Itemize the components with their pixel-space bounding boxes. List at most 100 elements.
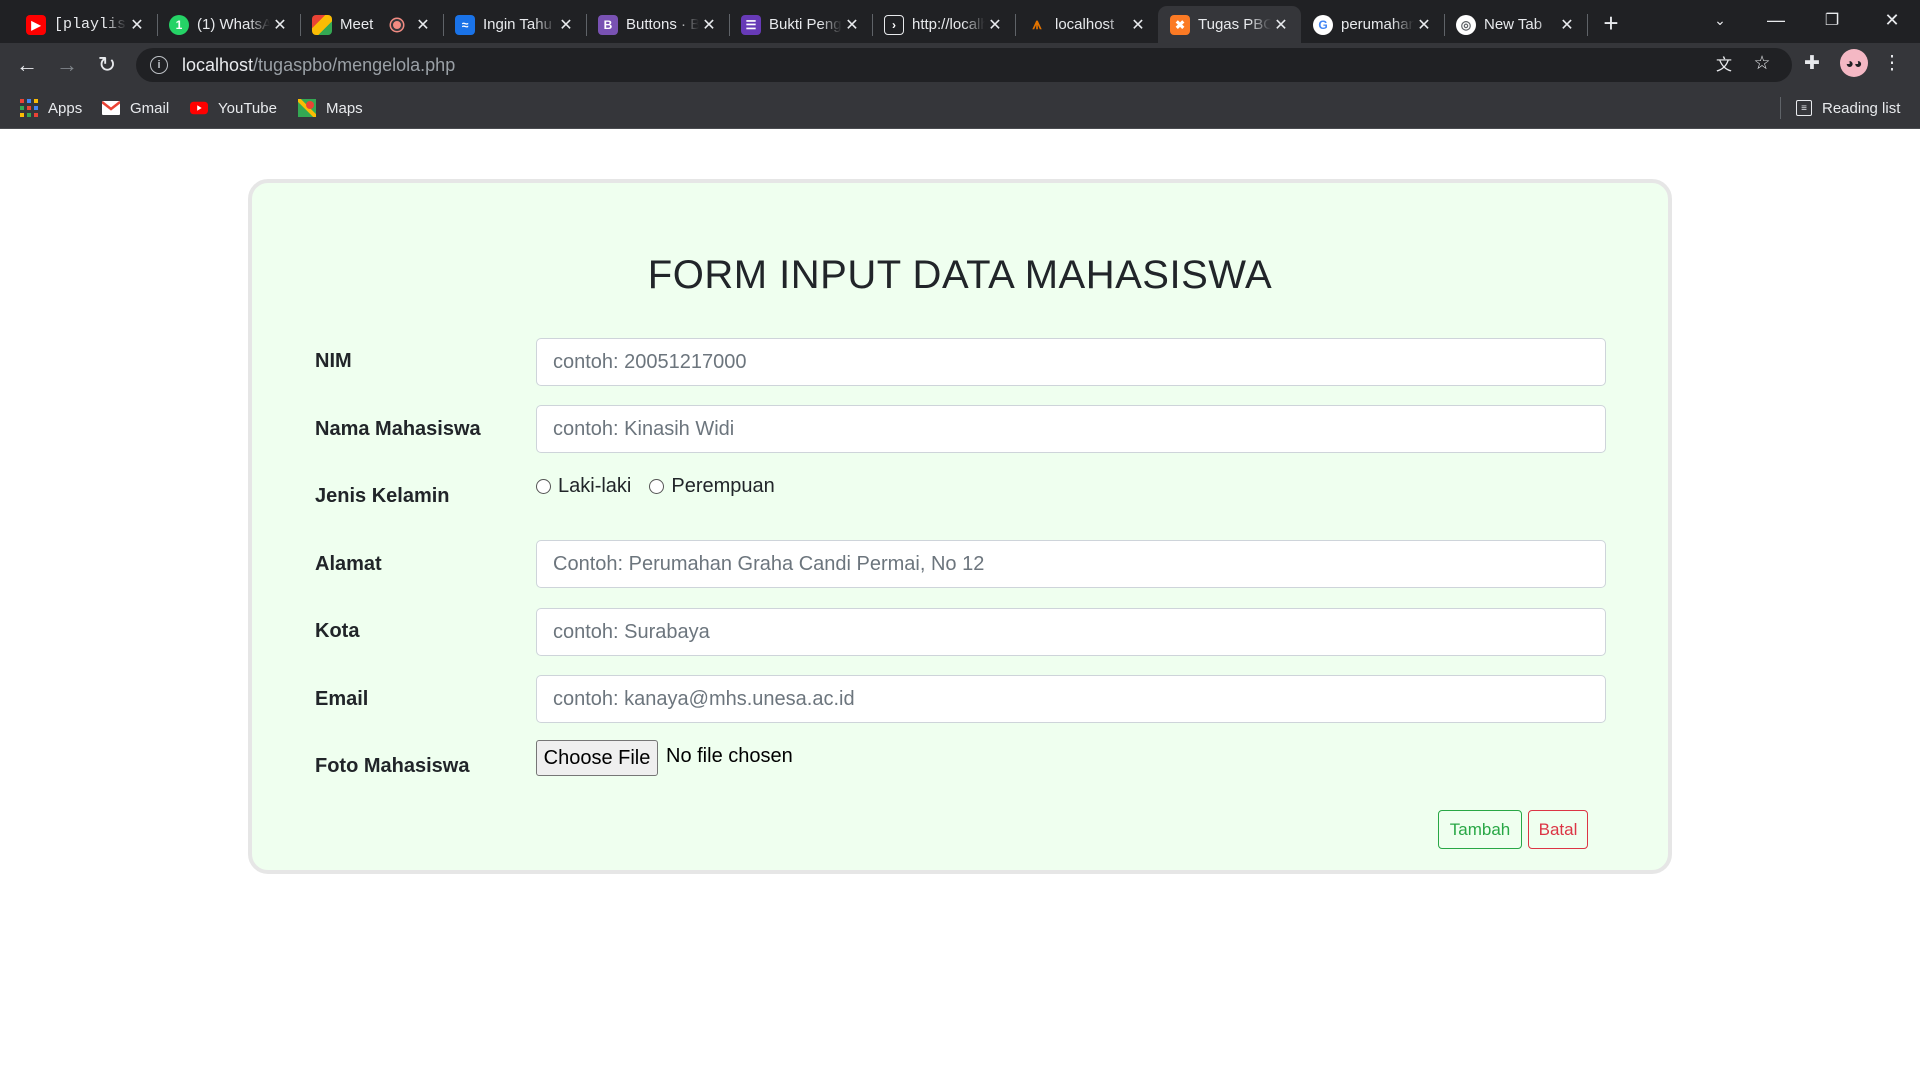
reload-icon[interactable]: ↻	[90, 48, 124, 82]
reading-list-icon: ≡	[1796, 100, 1812, 116]
file-status: No file chosen	[666, 745, 793, 767]
gender-radio-group: Laki-laki Perempuan	[536, 475, 775, 498]
tab-title: Meet	[340, 16, 374, 33]
tab-title: localhost	[1055, 16, 1115, 33]
tab-localhost-http[interactable]: › http://localhost ✕	[872, 6, 1015, 43]
tab-localhost[interactable]: ⩚ localhost ✕	[1015, 6, 1158, 43]
site-info-icon[interactable]: i	[150, 56, 168, 74]
url-text[interactable]: localhost/tugaspbo/mengelola.php	[182, 55, 455, 76]
url-host: localhost	[182, 54, 254, 75]
tab-whatsapp[interactable]: 1 (1) WhatsApp ✕	[157, 6, 300, 43]
gmail-icon	[102, 99, 120, 117]
menu-icon[interactable]: ⋮	[1880, 51, 1904, 75]
whatsapp-icon: 1	[169, 14, 189, 35]
tab-title: Bukti Pengerjaan	[769, 16, 842, 33]
google-icon: G	[1313, 14, 1333, 35]
translate-icon[interactable]: 文	[1712, 51, 1736, 75]
tab-title: Buttons · Bootstrap	[626, 16, 699, 33]
url-path: /tugaspbo/mengelola.php	[253, 54, 456, 75]
youtube-icon	[190, 99, 208, 117]
bookmark-apps[interactable]: Apps	[20, 95, 82, 121]
close-icon[interactable]: ✕	[985, 15, 1005, 35]
close-icon[interactable]: ✕	[1271, 15, 1291, 35]
bootstrap-icon: B	[598, 14, 618, 35]
back-icon[interactable]: ←	[10, 48, 44, 82]
kota-input[interactable]	[536, 608, 1606, 656]
radio-laki-laki[interactable]	[536, 479, 551, 494]
bookmark-youtube[interactable]: YouTube	[190, 95, 277, 121]
forward-icon[interactable]: →	[50, 48, 84, 82]
new-tab-button[interactable]: +	[1596, 8, 1626, 38]
bookmarks-bar: Apps Gmail YouTube Maps ≡ Reading list	[0, 87, 1920, 129]
close-icon[interactable]: ✕	[699, 15, 719, 35]
page-title: FORM INPUT DATA MAHASISWA	[647, 253, 1273, 297]
tab-youtube-playlist[interactable]: ▶ [playlist] ✕	[14, 6, 157, 43]
reading-list-label: Reading list	[1822, 99, 1901, 117]
tab-meet[interactable]: Meet ✕	[300, 6, 443, 43]
close-icon[interactable]: ✕	[1557, 15, 1577, 35]
close-icon[interactable]: ✕	[127, 15, 147, 35]
bookmark-label: Apps	[48, 99, 83, 117]
tab-title: perumahan	[1341, 16, 1414, 33]
bookmark-label: Gmail	[130, 99, 170, 117]
bookmark-maps[interactable]: Maps	[298, 95, 363, 121]
maps-icon	[298, 99, 316, 117]
address-bar[interactable]: i localhost/tugaspbo/mengelola.php	[136, 48, 1792, 82]
tab-bootstrap-buttons[interactable]: B Buttons · Bootstrap ✕	[586, 6, 729, 43]
profile-avatar-icon[interactable]: ◕◕	[1840, 49, 1868, 77]
extensions-icon[interactable]: ✚	[1800, 51, 1824, 75]
tab-title: (1) WhatsApp	[197, 16, 270, 33]
nim-label: NIM	[315, 350, 352, 372]
tab-strip: ▶ [playlist] ✕ 1 (1) WhatsApp ✕ Meet ✕ ≈…	[0, 0, 1920, 43]
tab-search-icon[interactable]: ⌄	[1692, 0, 1748, 40]
tab-title: [playlist]	[54, 16, 127, 33]
browser-toolbar: ← → ↻ i localhost/tugaspbo/mengelola.php…	[0, 43, 1920, 87]
nama-input[interactable]	[536, 405, 1606, 453]
nim-input[interactable]	[536, 338, 1606, 386]
tambah-button[interactable]: Tambah	[1438, 810, 1522, 849]
bookmark-gmail[interactable]: Gmail	[102, 95, 169, 121]
xampp-orange-icon: ✖	[1170, 14, 1190, 35]
bookmark-label: YouTube	[218, 99, 277, 117]
tab-separator	[1587, 14, 1588, 36]
xampp-icon: ⩚	[1032, 15, 1042, 33]
tab-bukti-pengerjaan[interactable]: ☰ Bukti Pengerjaan ✕	[729, 6, 872, 43]
choose-file-button[interactable]: Choose File	[536, 740, 658, 776]
recording-icon	[391, 18, 403, 31]
close-icon[interactable]: ✕	[413, 15, 433, 35]
tab-title: Ingin Tahu	[483, 16, 552, 33]
tab-title: Tugas PBO	[1198, 16, 1271, 33]
radio-perempuan[interactable]	[649, 479, 665, 494]
youtube-icon: ▶	[26, 14, 46, 35]
forms-icon: ☰	[741, 14, 761, 35]
jenis-kelamin-label: Jenis Kelamin	[315, 485, 450, 507]
tab-new-tab[interactable]: ◎ New Tab ✕	[1444, 6, 1587, 43]
bookmark-label: Maps	[326, 99, 363, 117]
reading-list-button[interactable]: ≡ Reading list	[1796, 95, 1900, 121]
tab-perumahan[interactable]: G perumahan ✕	[1301, 6, 1444, 43]
close-icon[interactable]: ✕	[842, 15, 862, 35]
restore-icon[interactable]: ❐	[1804, 0, 1860, 40]
close-icon[interactable]: ✕	[1414, 15, 1434, 35]
email-input[interactable]	[536, 675, 1606, 723]
radio-label-laki-laki: Laki-laki	[558, 475, 632, 497]
tab-ingin-tahu[interactable]: ≈ Ingin Tahu ✕	[443, 6, 586, 43]
terminal-icon: ›	[884, 14, 904, 35]
window-close-icon[interactable]: ✕	[1864, 0, 1920, 40]
close-icon[interactable]: ✕	[270, 15, 290, 35]
chrome-icon: ◎	[1456, 14, 1476, 35]
kota-label: Kota	[315, 620, 360, 642]
close-icon[interactable]: ✕	[556, 15, 576, 35]
batal-button[interactable]: Batal	[1528, 810, 1588, 849]
alamat-label: Alamat	[315, 553, 382, 575]
star-icon[interactable]: ☆	[1750, 51, 1774, 75]
alamat-input[interactable]	[536, 540, 1606, 588]
tab-tugas-pbo[interactable]: ✖ Tugas PBO ✕	[1158, 6, 1301, 43]
wave-icon: ≈	[455, 14, 475, 35]
bookmarks-divider	[1780, 97, 1781, 119]
email-label: Email	[315, 688, 369, 710]
form-card: FORM INPUT DATA MAHASISWA NIM Nama Mahas…	[248, 179, 1672, 874]
tab-title: New Tab	[1484, 16, 1543, 33]
close-icon[interactable]: ✕	[1128, 15, 1148, 35]
minimize-icon[interactable]: —	[1748, 0, 1804, 40]
